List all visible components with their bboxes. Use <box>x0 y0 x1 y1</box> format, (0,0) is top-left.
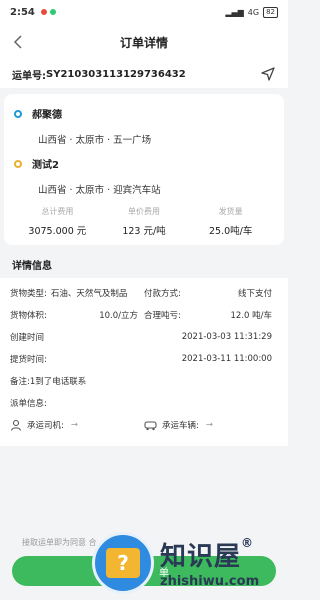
tonnage-loss: 合理吨亏: 12.0 吨/车 <box>144 309 278 321</box>
chevron-left-icon <box>13 35 22 49</box>
watermark-logo: ? <box>92 532 154 594</box>
registered-mark: ® <box>241 536 255 550</box>
pickup-value: 2021-03-11 11:00:00 <box>181 354 272 364</box>
volume-label: 货物体积: <box>10 311 47 321</box>
payment-label: 付款方式: <box>144 289 181 299</box>
payment-value: 线下支付 <box>237 289 272 299</box>
stat-unit-price: 单价费用 123 元/吨 <box>101 206 188 237</box>
vehicle-label: 承运车辆: <box>162 421 199 431</box>
stat-total: 总计费用 3075.000 元 <box>14 206 101 237</box>
volume-value: 10.0/立方 <box>99 311 138 321</box>
origin-stop: 郝聚德 <box>14 106 274 121</box>
stat-label: 发货量 <box>218 207 243 216</box>
stat-value: 3075.000 元 <box>28 226 87 237</box>
agreement-hint: 接取运单即为同意 合 <box>22 538 97 547</box>
stat-label: 总计费用 <box>41 207 74 216</box>
driver-icon <box>10 419 22 431</box>
stat-quantity: 发货量 25.0吨/车 <box>187 206 274 237</box>
arrow-right-icon: → <box>70 420 78 430</box>
stat-label: 单价费用 <box>128 207 160 216</box>
order-number: SY210303113129736432 <box>46 68 186 80</box>
route-card: 郝聚德 山西省 · 太原市 · 五一广场 测试2 山西省 · 太原市 · 迎宾汽… <box>4 94 284 245</box>
notification-dot-icon <box>49 9 56 15</box>
send-icon[interactable] <box>260 66 276 82</box>
back-button[interactable] <box>8 32 28 52</box>
driver-label: 承运司机: <box>27 421 64 431</box>
loss-label: 合理吨亏: <box>144 311 181 321</box>
vehicle-icon <box>144 421 157 431</box>
loss-value: 12.0 吨/车 <box>230 311 273 321</box>
destination-stop: 测试2 <box>14 156 274 171</box>
remark-text: 备注:1到了电话联系 <box>10 377 87 387</box>
payment-method: 付款方式: 线下支付 <box>144 287 278 299</box>
cost-stats: 总计费用 3075.000 元 单价费用 123 元/吨 发货量 25.0吨/车 <box>14 206 274 237</box>
signal-label: 4G <box>247 7 260 17</box>
pickup-label: 提货时间: <box>10 355 47 365</box>
watermark-text: 知识屋® zhishiwu.com <box>160 536 259 589</box>
created-label: 创建时间 <box>10 333 45 343</box>
stat-value: 25.0吨/车 <box>209 226 253 237</box>
detail-row: 提货时间: 2021-03-11 11:00:00 <box>10 348 278 370</box>
arrow-right-icon: → <box>205 420 213 430</box>
detail-row: 货物类型: 石油、天然气及制品 付款方式: 线下支付 <box>10 282 278 304</box>
origin-address: 山西省 · 太原市 · 五一广场 <box>38 135 152 146</box>
vehicle-link[interactable]: 承运车辆: → <box>144 419 278 431</box>
driver-link[interactable]: 承运司机: → <box>10 419 144 431</box>
navigation-bar: 订单详情 <box>0 24 288 60</box>
watermark-cn: 知识屋 <box>160 542 242 572</box>
detail-row: 创建时间 2021-03-03 11:31:29 <box>10 326 278 348</box>
origin-name: 郝聚德 <box>32 110 62 121</box>
battery-icon: 82 <box>263 6 278 18</box>
cargo-type-label: 货物类型: <box>10 289 47 299</box>
status-bar: 2:54 ▂▄▆ 4G 82 <box>0 0 288 24</box>
origin-dot-icon <box>14 109 22 118</box>
destination-name: 测试2 <box>32 160 59 171</box>
watermark-en: zhishiwu.com <box>160 574 260 589</box>
cargo-type-value: 石油、天然气及制品 <box>50 289 128 299</box>
remark-row: 备注:1到了电话联系 <box>10 370 278 392</box>
created-value: 2021-03-03 11:31:29 <box>181 332 272 342</box>
status-indicators: ▂▄▆ 4G 82 <box>225 6 278 18</box>
question-icon: ? <box>106 548 140 578</box>
wifi-icon: ▂▄▆ <box>225 7 244 17</box>
cargo-type: 货物类型: 石油、天然气及制品 <box>10 287 144 299</box>
cargo-volume: 货物体积: 10.0/立方 <box>10 309 144 321</box>
carrier-row: 承运司机: → 承运车辆: → <box>10 414 278 436</box>
detail-row: 货物体积: 10.0/立方 合理吨亏: 12.0 吨/车 <box>10 304 278 326</box>
destination-address: 山西省 · 太原市 · 迎宾汽车站 <box>38 185 161 196</box>
waybill-label: 派单信息: <box>10 399 47 409</box>
status-time: 2:54 <box>10 6 35 18</box>
destination-dot-icon <box>14 159 22 168</box>
order-number-row: 运单号: SY210303113129736432 <box>0 60 288 88</box>
waybill-row: 派单信息: <box>10 392 278 414</box>
stat-value: 123 元/吨 <box>122 226 166 237</box>
details-heading: 详情信息 <box>12 261 52 272</box>
page-title: 订单详情 <box>119 35 168 50</box>
notification-dot-icon <box>40 9 47 15</box>
details-panel: 货物类型: 石油、天然气及制品 付款方式: 线下支付 货物体积: 10.0/立方… <box>0 278 288 446</box>
order-number-label: 运单号: <box>12 70 46 82</box>
